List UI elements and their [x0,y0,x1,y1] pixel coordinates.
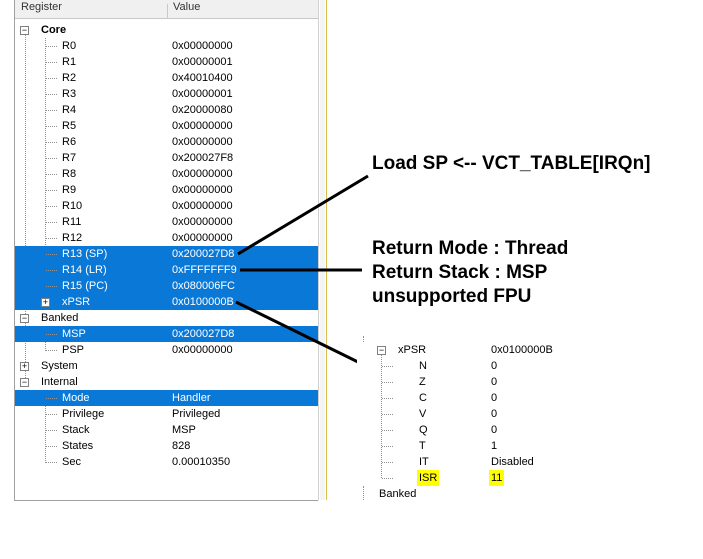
inset-field-q[interactable]: Q0 [357,422,607,438]
field-name: N [419,360,427,372]
field-name: ISR [417,470,440,486]
field-value[interactable]: Disabled [491,454,534,470]
inset-field-c[interactable]: C0 [357,390,607,406]
connector-load-sp [237,174,369,256]
field-value[interactable]: 11 [489,470,505,486]
inset-field-it[interactable]: IT Disabled [357,454,607,470]
field-value[interactable]: 0 [491,406,497,422]
collapse-icon[interactable]: − [377,346,386,355]
field-value[interactable]: 0 [491,422,497,438]
register-name: xPSR [398,344,427,356]
inset-field-n[interactable]: N0 [357,358,607,374]
banked-label: Banked [379,488,417,500]
field-name: Z [419,376,426,388]
field-name: T [419,440,426,452]
field-value[interactable]: 1 [491,438,497,454]
inset-field-t[interactable]: T1 [357,438,607,454]
field-value[interactable]: 0 [491,390,497,406]
inset-row-banked[interactable]: Banked [357,486,607,502]
register-value[interactable]: 0x0100000B [491,342,553,358]
inset-field-v[interactable]: V0 [357,406,607,422]
inset-field-z[interactable]: Z0 [357,374,607,390]
inset-row-xpsr[interactable]: − xPSR 0x0100000B [357,342,607,358]
field-name: C [419,392,427,404]
xpsr-expanded-inset: − xPSR 0x0100000B N0 Z0 C0 V0 Q0 T1 IT Di… [357,336,607,500]
annotation-load-sp: Load SP <-- VCT_TABLE[IRQn] [372,153,651,174]
field-name: Q [419,424,428,436]
connector-xpsr [235,300,359,364]
annotation-fpu: unsupported FPU [372,286,532,307]
field-value[interactable]: 0 [491,374,497,390]
field-name: IT [419,456,429,468]
field-name: V [419,408,427,420]
field-value[interactable]: 0 [491,358,497,374]
inset-field-isr[interactable]: ISR 11 [357,470,607,486]
annotation-return-mode: Return Mode : Thread [372,238,569,259]
annotation-return-stack: Return Stack : MSP [372,262,548,283]
